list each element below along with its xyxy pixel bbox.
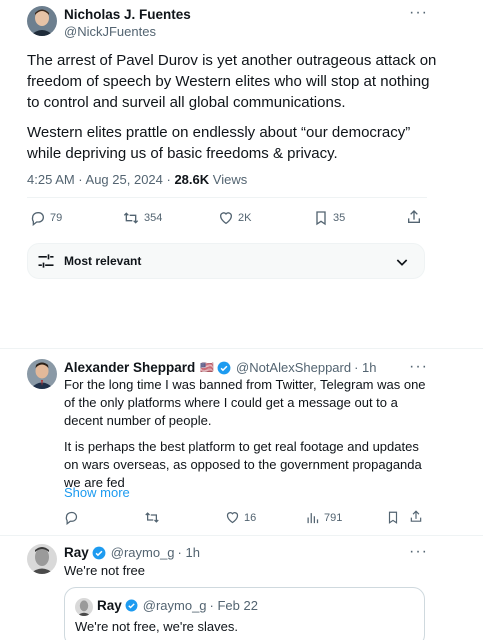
- views-count: 28.6K: [174, 172, 210, 187]
- tweet-text-paragraph-2: Western elites prattle on endlessly abou…: [27, 124, 411, 162]
- quoted-header: Ray @raymo_g · Feb 22: [97, 598, 258, 613]
- more-options-icon[interactable]: ···: [409, 544, 428, 560]
- show-more-link[interactable]: Show more: [64, 485, 130, 500]
- more-options-icon[interactable]: ···: [409, 359, 428, 375]
- views-count: 791: [324, 511, 343, 524]
- share-icon: [410, 510, 422, 522]
- bookmark-button[interactable]: 35: [313, 210, 345, 226]
- more-options-icon[interactable]: ···: [409, 5, 428, 21]
- repost-icon: [145, 512, 159, 523]
- quoted-time: · Feb 22: [209, 598, 258, 613]
- chevron-down-icon: [396, 259, 408, 266]
- divider: [27, 197, 427, 198]
- divider: [0, 348, 483, 349]
- like-button[interactable]: 2K: [218, 210, 251, 226]
- reply-header: Ray @raymo_g · 1h: [64, 545, 200, 560]
- reply-header: Alexander Sheppard 🇺🇸 @NotAlexSheppard ·…: [64, 360, 377, 375]
- divider: [0, 535, 483, 536]
- heart-icon: [220, 212, 232, 225]
- repost-button[interactable]: [144, 510, 160, 525]
- sort-label: Most relevant: [64, 254, 142, 268]
- bookmark-button[interactable]: [386, 510, 400, 525]
- reply-time[interactable]: · 1h: [354, 360, 376, 375]
- bookmark-icon: [388, 511, 398, 524]
- sort-sliders-icon: [38, 254, 54, 268]
- reply-text: We're not free: [64, 563, 146, 578]
- verified-badge-icon: [92, 546, 106, 559]
- author-handle[interactable]: @NickJFuentes: [64, 24, 156, 39]
- bookmark-count: 35: [333, 212, 346, 224]
- reply-text-paragraph-1: For the long time I was banned from Twit…: [64, 377, 426, 428]
- author-avatar[interactable]: [27, 544, 57, 574]
- reply-button[interactable]: [64, 510, 79, 525]
- reply-text-paragraph-2: It is perhaps the best platform to get r…: [64, 439, 422, 490]
- tweet-text-paragraph-1: The arrest of Pavel Durov is yet another…: [27, 52, 437, 111]
- views-label: Views: [212, 172, 248, 187]
- quoted-tweet-card[interactable]: Ray @raymo_g · Feb 22 We're not free, we…: [64, 587, 425, 640]
- share-button[interactable]: [406, 209, 422, 225]
- reply-button[interactable]: 79: [30, 210, 62, 226]
- share-icon: [408, 210, 420, 223]
- flag-icon: 🇺🇸: [200, 362, 214, 374]
- reply-icon: [65, 511, 78, 525]
- author-handle[interactable]: @raymo_g: [111, 545, 175, 560]
- author-name[interactable]: Ray: [64, 545, 89, 560]
- heart-icon: [226, 512, 239, 524]
- analytics-icon: [307, 513, 319, 524]
- author-name[interactable]: Nicholas J. Fuentes: [64, 7, 191, 22]
- repost-icon: [123, 212, 139, 224]
- quoted-author-avatar: [75, 598, 93, 616]
- like-count: 2K: [238, 212, 252, 224]
- repost-count: 354: [144, 212, 163, 224]
- verified-badge-icon: [125, 599, 138, 612]
- quoted-author-name: Ray: [97, 598, 122, 613]
- verified-badge-icon: [217, 361, 231, 374]
- share-button[interactable]: [409, 509, 423, 524]
- views-button[interactable]: 791: [305, 510, 342, 525]
- repost-button[interactable]: 354: [122, 210, 162, 226]
- author-avatar[interactable]: [27, 359, 57, 389]
- sort-replies-dropdown[interactable]: Most relevant: [27, 243, 425, 279]
- timestamp[interactable]: 4:25 AM · Aug 25, 2024 ·: [27, 172, 171, 187]
- reply-time[interactable]: · 1h: [178, 545, 200, 560]
- author-avatar[interactable]: [27, 6, 57, 36]
- quoted-text: We're not free, we're slaves.: [75, 619, 238, 634]
- reply-icon: [31, 212, 44, 226]
- bookmark-icon: [316, 211, 326, 226]
- reply-count: 79: [50, 212, 63, 224]
- tweet-meta: 4:25 AM · Aug 25, 2024 · 28.6K Views: [27, 172, 247, 187]
- like-count: 16: [244, 511, 257, 524]
- like-button[interactable]: 16: [225, 510, 256, 525]
- quoted-author-handle: @raymo_g: [142, 598, 207, 613]
- author-name[interactable]: Alexander Sheppard: [64, 360, 195, 375]
- author-handle[interactable]: @NotAlexSheppard: [236, 360, 351, 375]
